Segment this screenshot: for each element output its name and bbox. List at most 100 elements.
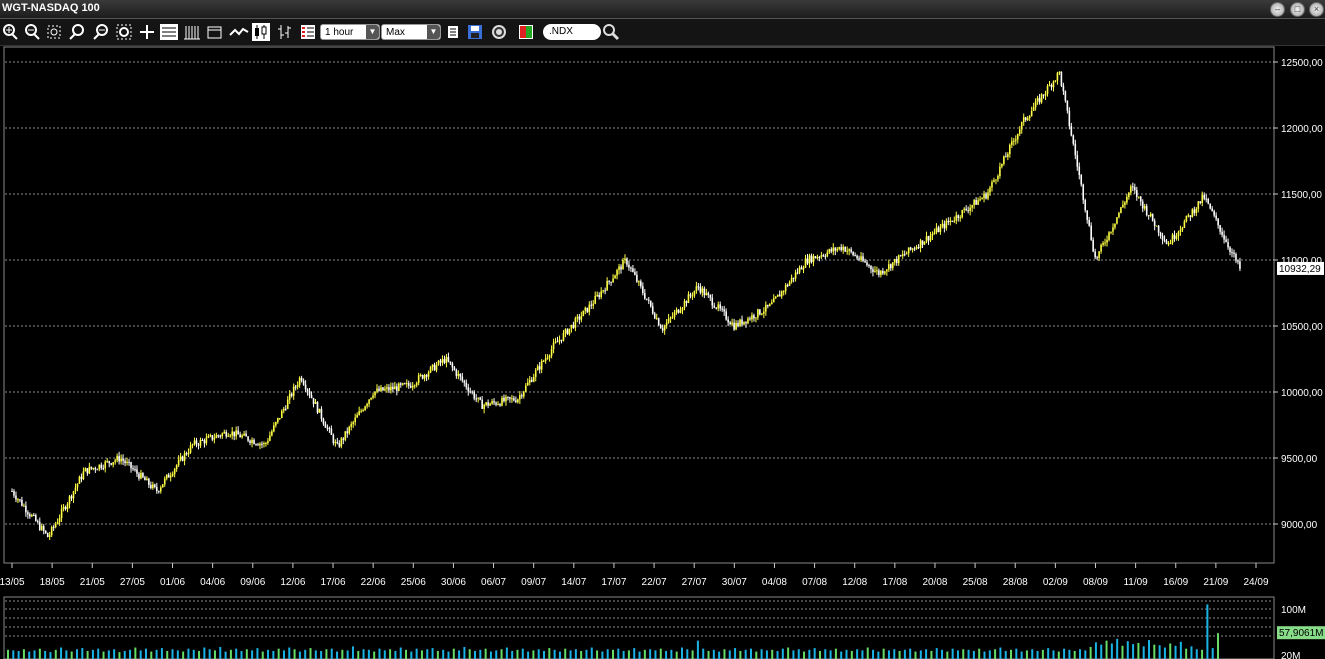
candle-body	[846, 250, 848, 252]
volume-bar	[362, 649, 365, 659]
volume-bar	[235, 648, 238, 659]
candle-body	[679, 310, 682, 313]
candle-body	[1147, 215, 1150, 217]
chart-area[interactable]: 9000,009500,0010000,0010500,0011000,0011…	[0, 0, 1325, 659]
candle-body	[165, 474, 168, 479]
candle-body	[862, 256, 864, 261]
candle-body	[822, 255, 825, 257]
candle-body	[731, 322, 733, 325]
candle-body	[630, 267, 632, 269]
candle-body	[265, 442, 267, 444]
candle-body	[1233, 252, 1235, 255]
x-tick-label: 21/09	[1203, 577, 1228, 588]
candle-body	[620, 266, 622, 270]
candle-body	[445, 356, 448, 363]
candle-body	[542, 360, 545, 362]
candle-body	[239, 434, 241, 438]
candle-body	[856, 255, 858, 259]
candle-body	[999, 166, 1001, 177]
candle-body	[763, 311, 765, 314]
candle-body	[402, 383, 404, 385]
candle-body	[362, 410, 364, 412]
candle-body	[574, 318, 577, 328]
volume-bar	[394, 650, 397, 659]
candle-body	[253, 439, 255, 445]
volume-bar	[1201, 649, 1204, 659]
candle-body	[834, 247, 837, 251]
candle-body	[622, 259, 624, 270]
volume-bar	[1132, 644, 1135, 659]
x-tick-label: 30/06	[441, 577, 466, 588]
candle-body	[646, 298, 648, 300]
candle-body	[66, 503, 69, 510]
volume-bar	[585, 649, 588, 659]
candle-body	[558, 339, 561, 342]
x-tick-label: 17/06	[321, 577, 346, 588]
candle-body	[1106, 239, 1108, 243]
candle-body	[122, 458, 124, 461]
volume-bar	[436, 650, 439, 659]
candle-body	[933, 232, 936, 235]
volume-bar	[1121, 645, 1124, 659]
candle-body	[1016, 134, 1019, 140]
candle-body	[1179, 230, 1182, 232]
candle-body	[179, 456, 182, 460]
candle-body	[878, 270, 880, 275]
candle-body	[284, 408, 287, 410]
candle-body	[941, 223, 944, 227]
candle-body	[1003, 156, 1005, 164]
volume-bar	[346, 650, 349, 659]
candle-body	[413, 385, 416, 387]
candle-body	[52, 527, 55, 529]
candle-body	[42, 526, 45, 531]
candle-body	[245, 433, 247, 437]
candle-body	[159, 487, 162, 492]
candle-body	[1082, 184, 1085, 201]
candle-body	[23, 505, 25, 507]
candle-body	[409, 385, 412, 388]
candle-body	[949, 220, 952, 223]
volume-bar	[1084, 650, 1087, 659]
candle-body	[211, 435, 214, 440]
candle-body	[27, 512, 29, 515]
volume-bar	[1015, 648, 1018, 659]
candle-body	[562, 332, 565, 341]
candle-body	[495, 402, 497, 405]
candle-body	[229, 435, 232, 437]
candle-body	[538, 366, 541, 370]
candle-body	[634, 271, 636, 275]
x-tick-label: 17/08	[882, 577, 907, 588]
candle-body	[1183, 221, 1186, 228]
candle-body	[118, 455, 120, 462]
candle-body	[507, 396, 509, 398]
volume-bar	[240, 650, 243, 659]
candle-body	[308, 391, 311, 396]
candle-body	[366, 403, 368, 407]
candle-body	[1227, 242, 1229, 248]
candle-body	[259, 443, 261, 446]
volume-bar	[956, 650, 959, 659]
candle-body	[584, 307, 587, 311]
candle-body	[888, 264, 890, 270]
candle-body	[277, 418, 279, 423]
candle-body	[741, 319, 743, 325]
volume-bar	[505, 647, 508, 659]
candle-body	[612, 278, 614, 283]
candle-body	[618, 266, 620, 271]
candle-body	[1185, 215, 1188, 222]
candle-body	[564, 329, 567, 333]
candle-body	[1215, 215, 1217, 219]
candle-body	[818, 257, 821, 259]
candle-body	[905, 253, 908, 255]
candle-body	[1207, 199, 1210, 204]
candle-body	[751, 315, 753, 320]
candle-body	[120, 458, 122, 462]
candle-body	[104, 461, 107, 469]
candle-body	[479, 397, 481, 400]
candle-body	[31, 515, 33, 517]
candle-body	[290, 393, 293, 396]
candle-body	[68, 496, 71, 504]
candle-body	[695, 286, 698, 291]
candle-body	[421, 374, 424, 379]
volume-bar	[489, 651, 492, 659]
